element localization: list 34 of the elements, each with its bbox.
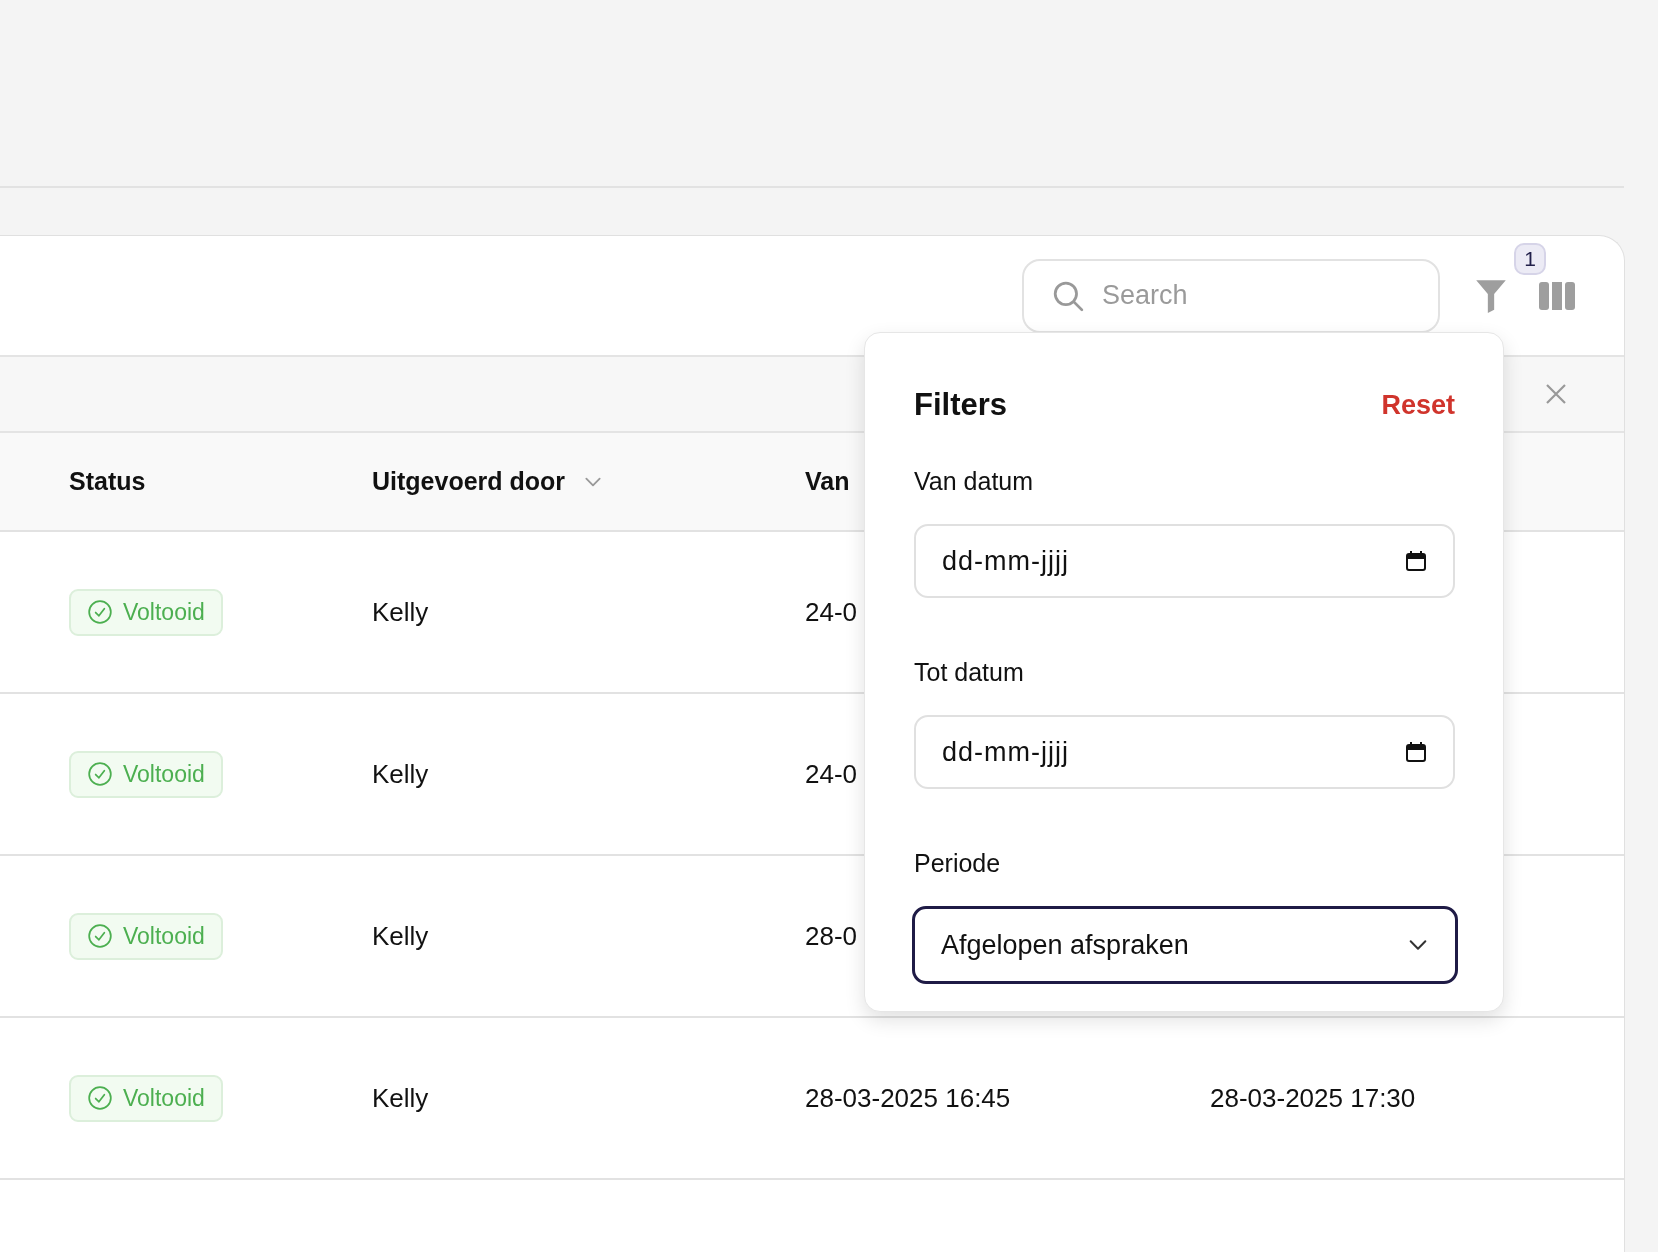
status-label: Voltooid bbox=[123, 922, 205, 950]
reset-link[interactable]: Reset bbox=[1381, 389, 1455, 421]
date-field[interactable]: dd-mm-jjjj bbox=[914, 715, 1455, 789]
column-header: Status bbox=[69, 467, 146, 496]
field-label: Periode bbox=[914, 849, 1002, 878]
column-header[interactable]: Uitgevoerd door bbox=[372, 467, 566, 496]
count-badge: 1 bbox=[1514, 242, 1546, 275]
table-cell: 28-0 bbox=[805, 920, 858, 951]
status-label: Voltooid bbox=[123, 1084, 205, 1112]
table-cell: 24-0 bbox=[805, 596, 858, 627]
date-field[interactable]: dd-mm-jjjj bbox=[914, 524, 1455, 598]
select-field[interactable]: Afgelopen afspraken bbox=[912, 906, 1458, 984]
check-circle-icon bbox=[87, 599, 113, 625]
table-cell: Kelly bbox=[372, 920, 429, 951]
check-circle-icon bbox=[87, 1085, 113, 1111]
table-cell: Kelly bbox=[372, 758, 429, 789]
popover-title: Filters bbox=[914, 387, 1008, 423]
check-circle-icon bbox=[87, 923, 113, 949]
columns-icon[interactable] bbox=[1538, 281, 1576, 310]
table-cell: 24-0 bbox=[805, 758, 858, 789]
table-cell: Kelly bbox=[372, 596, 429, 627]
status-label: Voltooid bbox=[123, 760, 205, 788]
status-label: Voltooid bbox=[123, 598, 205, 626]
table-cell: 28-03-2025 17:30 bbox=[1210, 1082, 1416, 1113]
field-label: Van datum bbox=[914, 467, 1035, 496]
close-icon[interactable] bbox=[1544, 382, 1568, 406]
column-header: Van bbox=[805, 467, 850, 496]
search-icon bbox=[1052, 279, 1084, 312]
calendar-icon[interactable] bbox=[1405, 550, 1427, 572]
check-circle-icon bbox=[87, 761, 113, 787]
table-cell: 28-03-2025 16:45 bbox=[805, 1082, 1011, 1113]
calendar-icon[interactable] bbox=[1405, 741, 1427, 763]
field-label: Tot datum bbox=[914, 658, 1025, 687]
table-cell: Kelly bbox=[372, 1082, 429, 1113]
